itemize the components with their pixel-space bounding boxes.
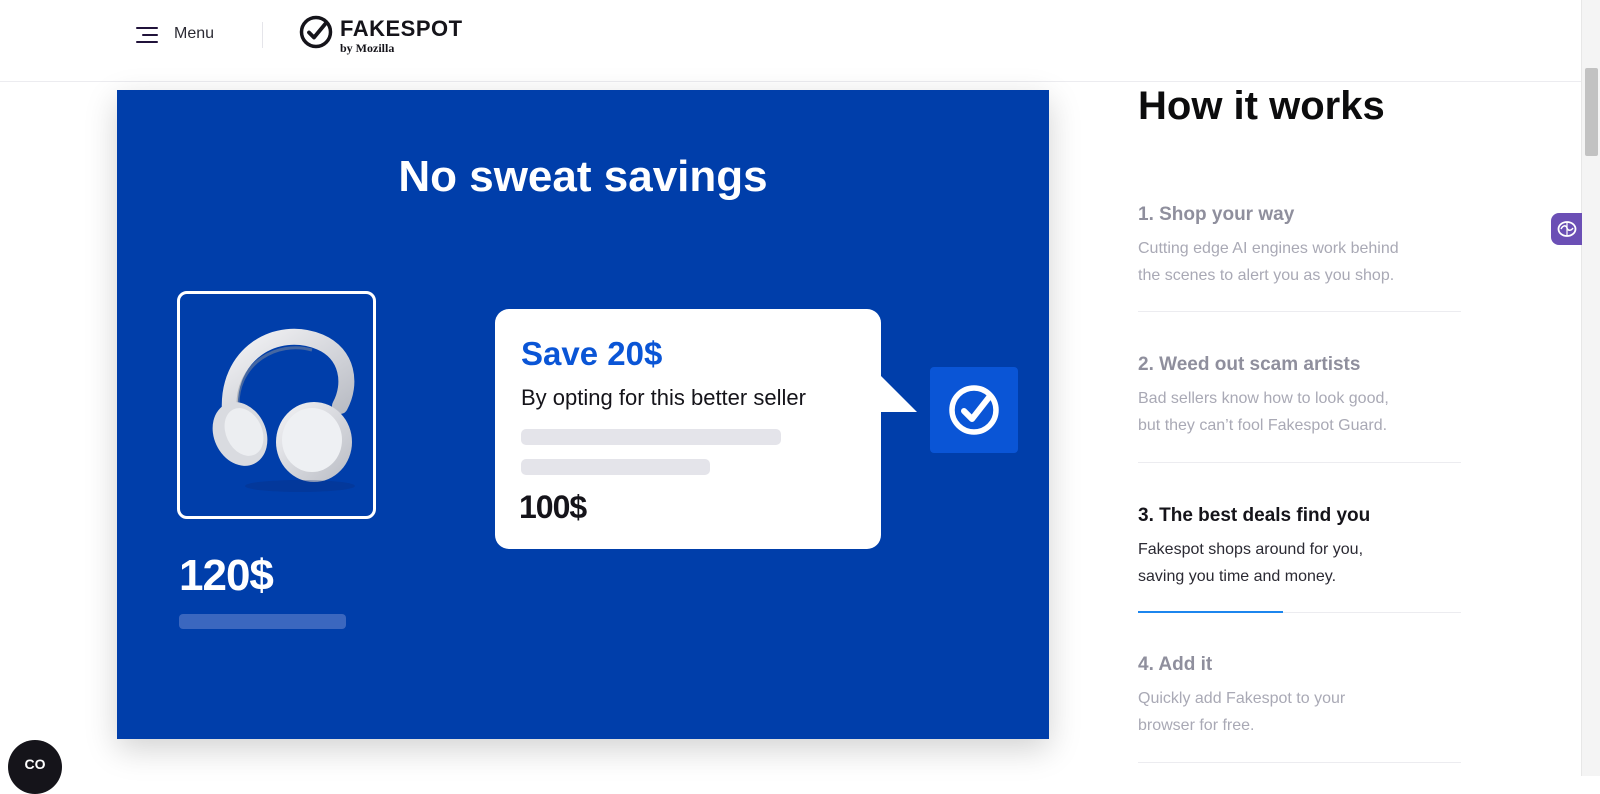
step-4[interactable]: 4. Add it Quickly add Fakespot to your b… [1138, 654, 1460, 739]
step-description: Fakespot shops around for you, saving yo… [1138, 536, 1460, 590]
skeleton-line [521, 429, 781, 445]
old-price: 120$ [179, 551, 274, 600]
step-2[interactable]: 2. Weed out scam artists Bad sellers kno… [1138, 354, 1460, 439]
price-placeholder-bar [179, 614, 346, 629]
step-desc-line: the scenes to alert you as you shop. [1138, 267, 1395, 284]
step-desc-line: Cutting edge AI engines work behind [1138, 240, 1399, 257]
product-card [177, 291, 376, 519]
step-separator [1138, 311, 1461, 312]
side-extension-tab[interactable] [1551, 213, 1582, 245]
hamburger-icon [136, 25, 160, 43]
step-desc-line: Bad sellers know how to look good, [1138, 390, 1389, 407]
step-progress-bar [1138, 611, 1283, 613]
menu-button[interactable]: Menu [136, 22, 214, 46]
chat-button[interactable]: CO [8, 740, 62, 794]
fakespot-badge [930, 367, 1018, 453]
step-description: Quickly add Fakespot to your browser for… [1138, 685, 1460, 739]
save-subtitle: By opting for this better seller [521, 385, 806, 410]
page-scrollbar[interactable] [1581, 0, 1600, 776]
step-title: 1. Shop your way [1138, 204, 1295, 225]
step-description: Bad sellers know how to look good, but t… [1138, 385, 1460, 439]
scrollbar-thumb[interactable] [1585, 68, 1598, 156]
step-desc-line: saving you time and money. [1138, 568, 1337, 585]
step-desc-line: but they can’t fool Fakespot Guard. [1138, 417, 1388, 434]
promo-panel: No sweat savings 120$ Save 20$ By opting… [117, 90, 1049, 739]
site-header: Menu FAKESPOT by Mozilla [0, 0, 1581, 82]
step-title: 3. The best deals find you [1138, 505, 1371, 526]
step-separator [1138, 762, 1461, 763]
brain-icon [1557, 221, 1576, 237]
fakespot-logo[interactable]: FAKESPOT by Mozilla [299, 15, 463, 54]
savings-bubble: Save 20$ By opting for this better selle… [495, 309, 881, 549]
check-circle-icon [949, 385, 999, 435]
chat-icon: CO [24, 756, 46, 772]
new-price: 100$ [519, 489, 587, 525]
step-desc-line: Quickly add Fakespot to your [1138, 690, 1346, 707]
step-title: 4. Add it [1138, 654, 1213, 675]
logo-title: FAKESPOT [340, 16, 463, 41]
header-divider [262, 22, 263, 48]
headphones-icon [212, 328, 355, 492]
menu-label: Menu [174, 25, 215, 42]
save-title: Save 20$ [521, 335, 663, 372]
step-3[interactable]: 3. The best deals find you Fakespot shop… [1138, 505, 1460, 590]
step-1[interactable]: 1. Shop your way Cutting edge AI engines… [1138, 204, 1460, 289]
step-desc-line: Fakespot shops around for you, [1138, 541, 1364, 558]
step-description: Cutting edge AI engines work behind the … [1138, 235, 1460, 289]
check-circle-icon [299, 15, 333, 49]
skeleton-line [521, 459, 710, 475]
logo-subtitle: by Mozilla [340, 41, 395, 55]
promo-title: No sweat savings [398, 152, 768, 201]
bubble-tail [879, 374, 917, 412]
step-separator [1138, 462, 1461, 463]
step-title: 2. Weed out scam artists [1138, 354, 1361, 375]
how-it-works-title: How it works [1138, 84, 1385, 128]
step-desc-line: browser for free. [1138, 717, 1255, 734]
